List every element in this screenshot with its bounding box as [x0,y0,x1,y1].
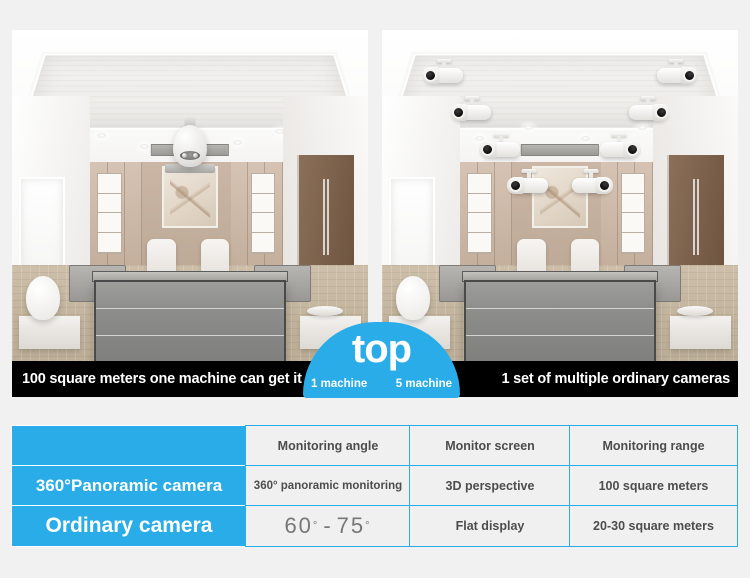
bullet-camera-icon [507,169,549,195]
table-header-monitor-screen: Monitor screen [409,425,571,467]
camera-body [173,125,207,168]
bookshelf [250,173,276,254]
bullet-camera-icon [600,132,642,159]
cabinet-handle [327,178,330,256]
cabinet-handle [692,178,695,256]
panoramic-bulb-camera-icon [165,118,215,174]
bullet-camera-icon [478,132,520,159]
downlight [140,143,150,149]
table-header-monitoring-range: Monitoring range [569,425,738,467]
display-podium [19,316,80,350]
wall-artwork [162,165,218,228]
ceiling-vent [520,143,600,156]
bullet-camera-icon [571,169,613,195]
wall-panel [124,162,143,273]
cabinet-handle [697,178,700,256]
camera-lens [480,142,494,156]
cabinet-handle [322,178,325,256]
table-header-monitoring-angle: Monitoring angle [245,425,411,467]
camera-lens [597,179,611,193]
degree-symbol: ° [365,520,372,532]
table-cell-ordinary-angle: 60 ° - 75 ° [245,505,411,547]
bookshelf [620,173,646,254]
table-cell-ordinary-range: 20-30 square meters [569,505,738,547]
egg-sculpture [26,275,61,320]
top-badge: top 1 machine 5 machine [303,322,460,398]
bookshelf [467,173,493,254]
top-badge-right-label: 5 machine [395,378,452,390]
table-row-label-panoramic: 360°Panoramic camera [11,465,247,507]
reception-desk [463,279,657,364]
table-cell-panoramic-screen: 3D perspective [409,465,571,507]
egg-sculpture [396,275,431,320]
wall-panel [230,162,248,273]
table-cell-ordinary-screen: Flat display [409,505,571,547]
table-row-label-ordinary: Ordinary camera [11,505,247,547]
reception-desk [93,279,287,364]
bullet-camera-icon [628,96,670,122]
downlight [232,140,242,146]
top-badge-left-label: 1 machine [311,378,368,390]
angle-min-value: 60 [284,513,313,538]
bookshelf [97,173,123,254]
bullet-camera-icon [450,96,492,122]
right-caption-text: 1 set of multiple ordinary cameras [501,371,730,387]
table-cell-panoramic-angle: 360° panoramic monitoring [245,465,411,507]
downlight [97,132,107,138]
bullet-camera-icon [657,59,699,85]
camera-lens [654,106,668,120]
angle-max-value: 75 [336,513,366,538]
angle-separator: - [323,513,333,538]
display-podium [670,316,731,350]
bullet-camera-icon [421,59,463,85]
table-cell-panoramic-range: 100 square meters [569,465,738,507]
table-header-corner [11,425,247,467]
spec-comparison-table: Monitoring angle Monitor screen Monitori… [11,425,738,547]
left-caption-text: 100 square meters one machine can get it [22,371,302,387]
top-badge-title: top [351,327,412,371]
camera-lens [180,151,200,161]
